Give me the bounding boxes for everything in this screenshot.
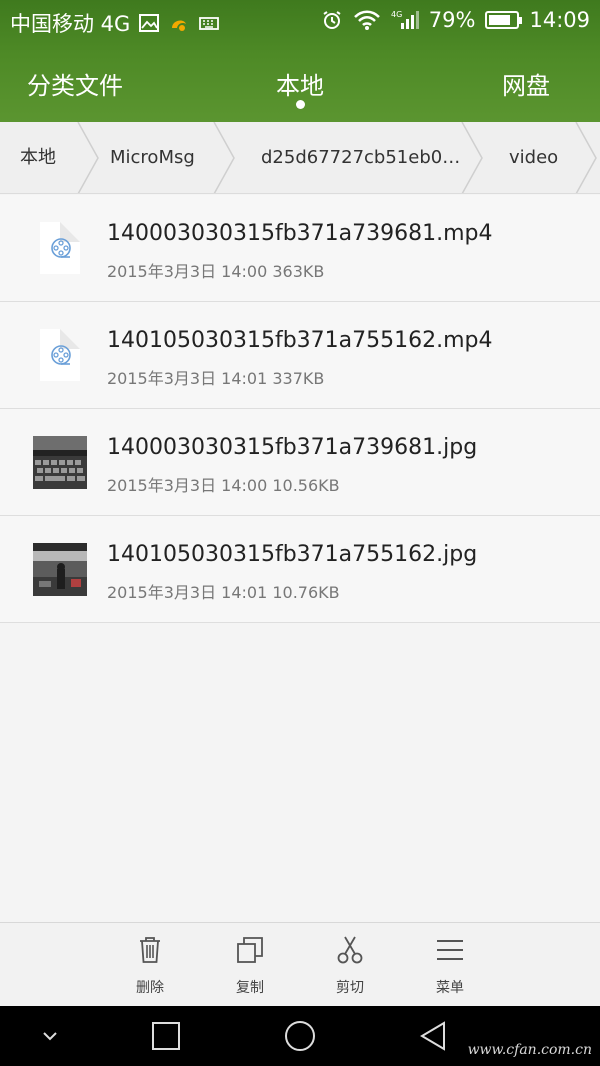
menu-button[interactable]: 菜单 bbox=[420, 935, 480, 997]
file-name: 140105030315fb371a755162.mp4 bbox=[107, 328, 493, 353]
scissors-icon bbox=[337, 936, 363, 964]
delete-button[interactable]: 删除 bbox=[120, 935, 180, 997]
menu-icon bbox=[437, 940, 463, 960]
image-icon bbox=[138, 12, 160, 34]
video-icon bbox=[40, 329, 80, 381]
chevron-right-icon bbox=[460, 122, 484, 193]
file-row[interactable]: 140105030315fb371a755162.jpg 2015年3月3日 1… bbox=[0, 516, 600, 623]
watermark: www.cfan.com.cn bbox=[467, 1042, 592, 1058]
breadcrumb-item-video[interactable]: video bbox=[509, 122, 558, 193]
wifi-icon bbox=[353, 9, 381, 31]
carrier-label: 中国移动 4G bbox=[10, 12, 131, 36]
cut-button[interactable]: 剪切 bbox=[320, 935, 380, 997]
svg-text:4G: 4G bbox=[391, 10, 402, 19]
collapse-icon[interactable] bbox=[34, 1020, 66, 1052]
tab-cloud-disk[interactable]: 网盘 bbox=[502, 66, 550, 101]
app-header: 中国移动 4G 4G 79% 14:09 分类文件 本地 网盘 bbox=[0, 0, 600, 122]
file-name: 140003030315fb371a739681.jpg bbox=[107, 435, 478, 460]
selected-tab-indicator bbox=[296, 100, 305, 109]
battery-icon bbox=[485, 11, 523, 29]
keyboard-icon bbox=[198, 12, 220, 34]
recent-apps-icon[interactable] bbox=[150, 1020, 182, 1052]
chevron-right-icon bbox=[76, 122, 100, 193]
file-name: 140105030315fb371a755162.jpg bbox=[107, 542, 478, 567]
chevron-right-icon bbox=[574, 122, 598, 193]
file-list: 140003030315fb371a739681.mp4 2015年3月3日 1… bbox=[0, 195, 600, 623]
clock: 14:09 bbox=[529, 8, 590, 32]
battery-percent: 79% bbox=[428, 8, 476, 32]
file-row[interactable]: 140105030315fb371a755162.mp4 2015年3月3日 1… bbox=[0, 302, 600, 409]
file-meta: 2015年3月3日 14:00 10.56KB bbox=[107, 476, 340, 495]
top-tabs: 分类文件 本地 网盘 bbox=[0, 42, 600, 122]
back-icon[interactable] bbox=[418, 1020, 450, 1052]
file-name: 140003030315fb371a739681.mp4 bbox=[107, 221, 493, 246]
breadcrumb-item-folder-id[interactable]: d25d67727cb51eb0… bbox=[261, 122, 460, 193]
alarm-icon bbox=[321, 9, 343, 31]
action-bar: 删除 复制 剪切 菜单 bbox=[0, 922, 600, 1006]
navigation-bar: www.cfan.com.cn bbox=[0, 1006, 600, 1066]
breadcrumb-item-micromsg[interactable]: MicroMsg bbox=[110, 122, 195, 193]
file-row[interactable]: 140003030315fb371a739681.jpg 2015年3月3日 1… bbox=[0, 409, 600, 516]
home-icon[interactable] bbox=[283, 1020, 315, 1052]
file-meta: 2015年3月3日 14:00 363KB bbox=[107, 262, 325, 281]
menu-label: 菜单 bbox=[436, 980, 464, 996]
signal-icon: 4G bbox=[391, 9, 419, 31]
breadcrumb: 本地 MicroMsg d25d67727cb51eb0… video bbox=[0, 122, 600, 194]
status-bar: 中国移动 4G 4G 79% 14:09 bbox=[0, 0, 600, 42]
copy-icon bbox=[237, 937, 263, 963]
breadcrumb-item-local[interactable]: 本地 bbox=[20, 122, 56, 193]
uc-browser-icon bbox=[168, 12, 190, 34]
file-meta: 2015年3月3日 14:01 10.76KB bbox=[107, 583, 340, 602]
file-meta: 2015年3月3日 14:01 337KB bbox=[107, 369, 325, 388]
photo-thumbnail bbox=[33, 543, 87, 596]
video-icon bbox=[40, 222, 80, 274]
copy-label: 复制 bbox=[236, 980, 264, 996]
delete-label: 删除 bbox=[136, 980, 164, 996]
file-row[interactable]: 140003030315fb371a739681.mp4 2015年3月3日 1… bbox=[0, 195, 600, 302]
photo-thumbnail bbox=[33, 436, 87, 489]
chevron-right-icon bbox=[212, 122, 236, 193]
trash-icon bbox=[140, 937, 160, 963]
cut-label: 剪切 bbox=[336, 980, 364, 996]
copy-button[interactable]: 复制 bbox=[220, 935, 280, 997]
